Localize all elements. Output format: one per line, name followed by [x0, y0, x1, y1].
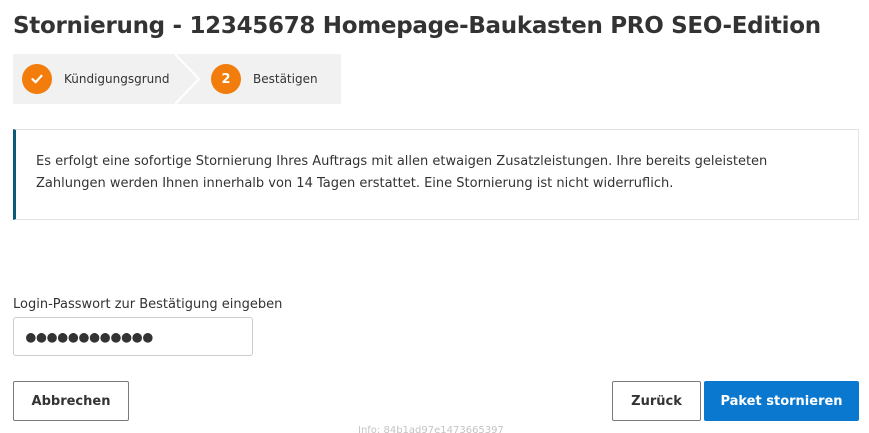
back-button[interactable]: Zurück — [612, 381, 701, 421]
footer-info-text: Info: 84b1ad97e1473665397 — [358, 425, 504, 433]
info-message-text: Es erfolgt eine sofortige Stornierung Ih… — [36, 154, 768, 191]
step-number-badge: 2 — [211, 64, 241, 94]
password-label: Login-Passwort zur Bestätigung eingeben — [13, 297, 283, 312]
step-label: Kündigungsgrund — [64, 72, 170, 86]
check-icon — [31, 74, 43, 84]
step-label: Bestätigen — [253, 72, 318, 86]
cancel-package-button[interactable]: Paket stornieren — [704, 381, 859, 421]
cancellation-page: Stornierung - 12345678 Homepage-Baukaste… — [0, 0, 869, 433]
password-input[interactable]: ●●●●●●●●●●●● — [13, 317, 253, 356]
wizard-steps: Kündigungsgrund 2 Bestätigen — [13, 54, 341, 104]
page-title: Stornierung - 12345678 Homepage-Baukaste… — [13, 13, 821, 39]
wizard-step-kuendigungsgrund[interactable]: Kündigungsgrund — [22, 54, 170, 104]
chevron-right-icon — [175, 54, 201, 104]
wizard-step-bestaetigen: 2 Bestätigen — [211, 54, 318, 104]
info-message: Es erfolgt eine sofortige Stornierung Ih… — [13, 129, 859, 220]
cancel-button[interactable]: Abbrechen — [13, 381, 129, 421]
step-completed-badge — [22, 64, 52, 94]
